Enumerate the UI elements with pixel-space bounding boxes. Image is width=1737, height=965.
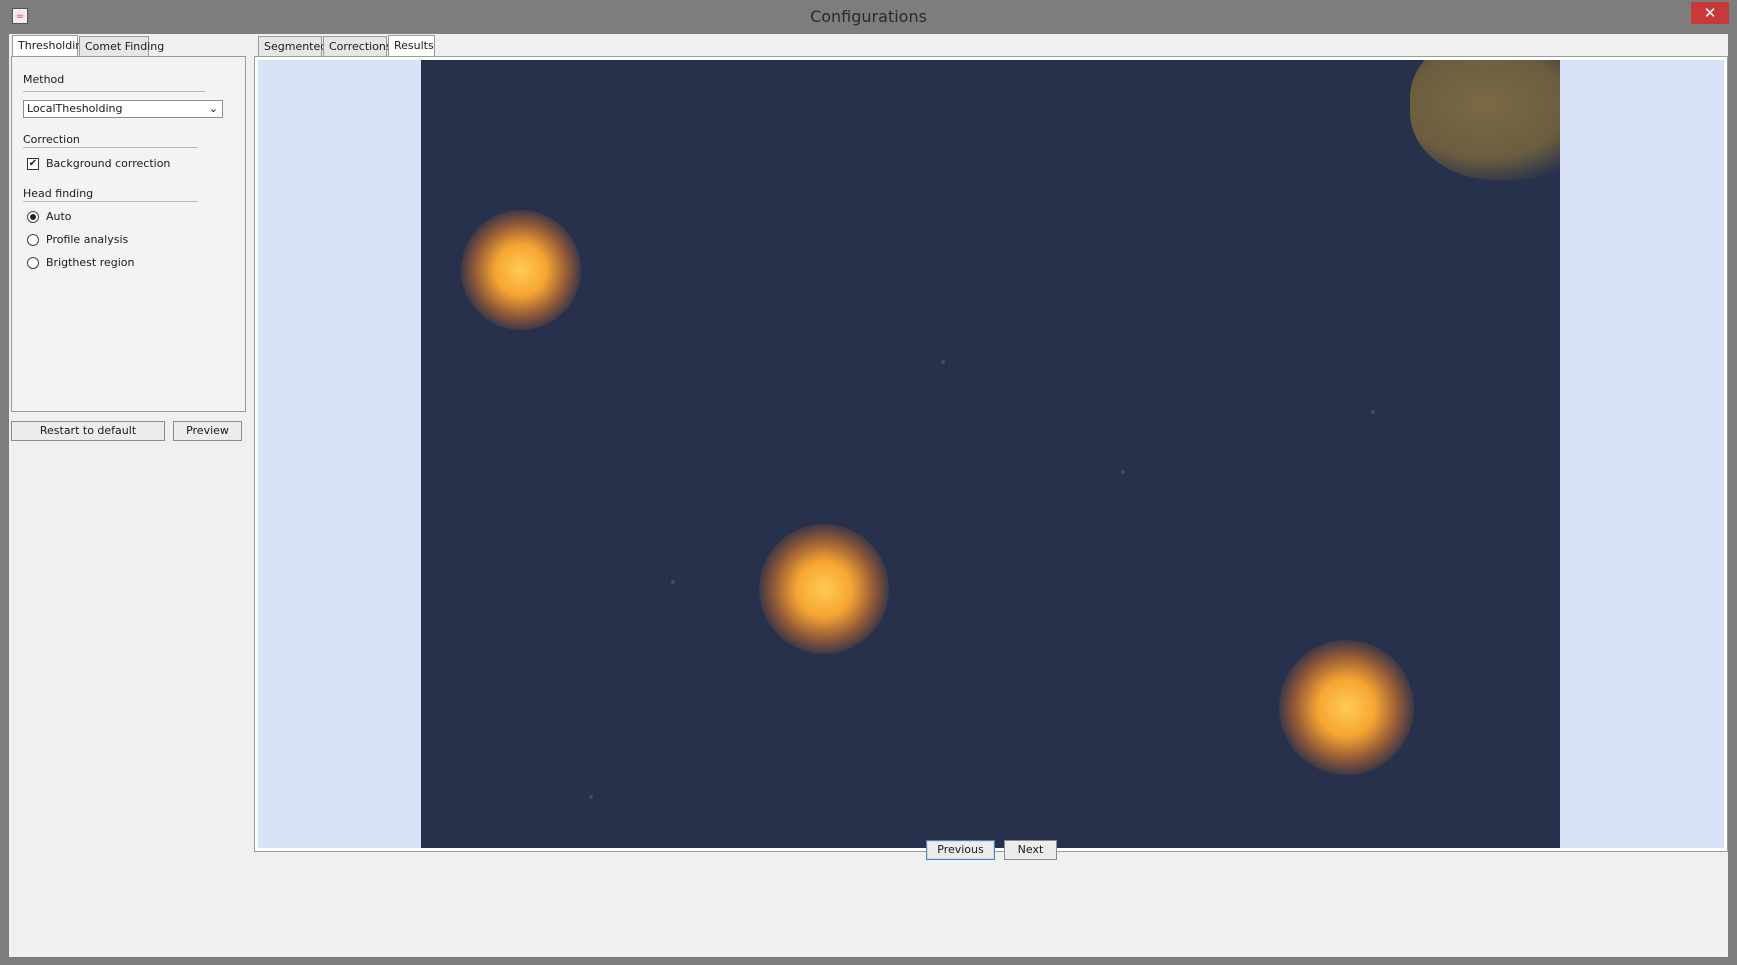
correction-separator	[23, 147, 198, 148]
radio-brightest-region[interactable]	[27, 257, 39, 269]
background-correction-label: Background correction	[46, 157, 171, 170]
radio-auto-label: Auto	[46, 210, 72, 223]
title-bar[interactable]: ☕ Configurations ✕	[0, 0, 1737, 34]
comet-head-2	[759, 524, 889, 654]
close-button[interactable]: ✕	[1691, 2, 1729, 24]
method-separator	[23, 91, 205, 92]
window-client-area: Thresholding Comet Finding Method LocalT…	[9, 34, 1728, 957]
radio-brightest-region-label: Brigthest region	[46, 256, 135, 269]
speck	[1121, 470, 1125, 474]
preview-button[interactable]: Preview	[173, 421, 242, 441]
radio-profile-analysis[interactable]	[27, 234, 39, 246]
restart-to-default-button[interactable]: Restart to default	[11, 421, 165, 441]
results-panel	[254, 56, 1728, 852]
method-select[interactable]: LocalThesholding ⌄	[23, 100, 223, 118]
correction-label: Correction	[23, 133, 80, 146]
radio-auto[interactable]	[27, 211, 39, 223]
tab-comet-finding[interactable]: Comet Finding	[79, 36, 164, 56]
method-select-value: LocalThesholding	[27, 102, 123, 115]
configurations-window: ☕ Configurations ✕ Thresholding Comet Fi…	[0, 0, 1737, 965]
speck	[671, 580, 675, 584]
tab-results[interactable]: Results	[388, 35, 435, 57]
cell-debris	[1410, 60, 1560, 180]
head-finding-separator	[23, 201, 198, 202]
method-label: Method	[23, 73, 65, 86]
window-title: Configurations	[810, 7, 927, 26]
tab-segmented[interactable]: Segmented	[258, 36, 327, 56]
tab-thresholding[interactable]: Thresholding	[12, 35, 89, 57]
radio-profile-analysis-label: Profile analysis	[46, 233, 129, 246]
comet-head-1	[461, 210, 581, 330]
tab-corrections[interactable]: Corrections	[323, 36, 392, 56]
image-viewport	[258, 60, 1724, 848]
next-button[interactable]: Next	[1004, 840, 1057, 860]
speck	[941, 360, 945, 364]
previous-button[interactable]: Previous	[926, 840, 995, 860]
speck	[1371, 410, 1375, 414]
comet-head-3	[1279, 640, 1414, 775]
thresholding-panel: Method LocalThesholding ⌄ Correction ✔ B…	[11, 56, 246, 412]
chevron-down-icon: ⌄	[208, 102, 218, 115]
head-finding-label: Head finding	[23, 187, 94, 200]
comet-micrograph-image	[421, 60, 1560, 848]
background-correction-checkbox[interactable]: ✔	[27, 158, 39, 170]
speck	[589, 795, 593, 799]
